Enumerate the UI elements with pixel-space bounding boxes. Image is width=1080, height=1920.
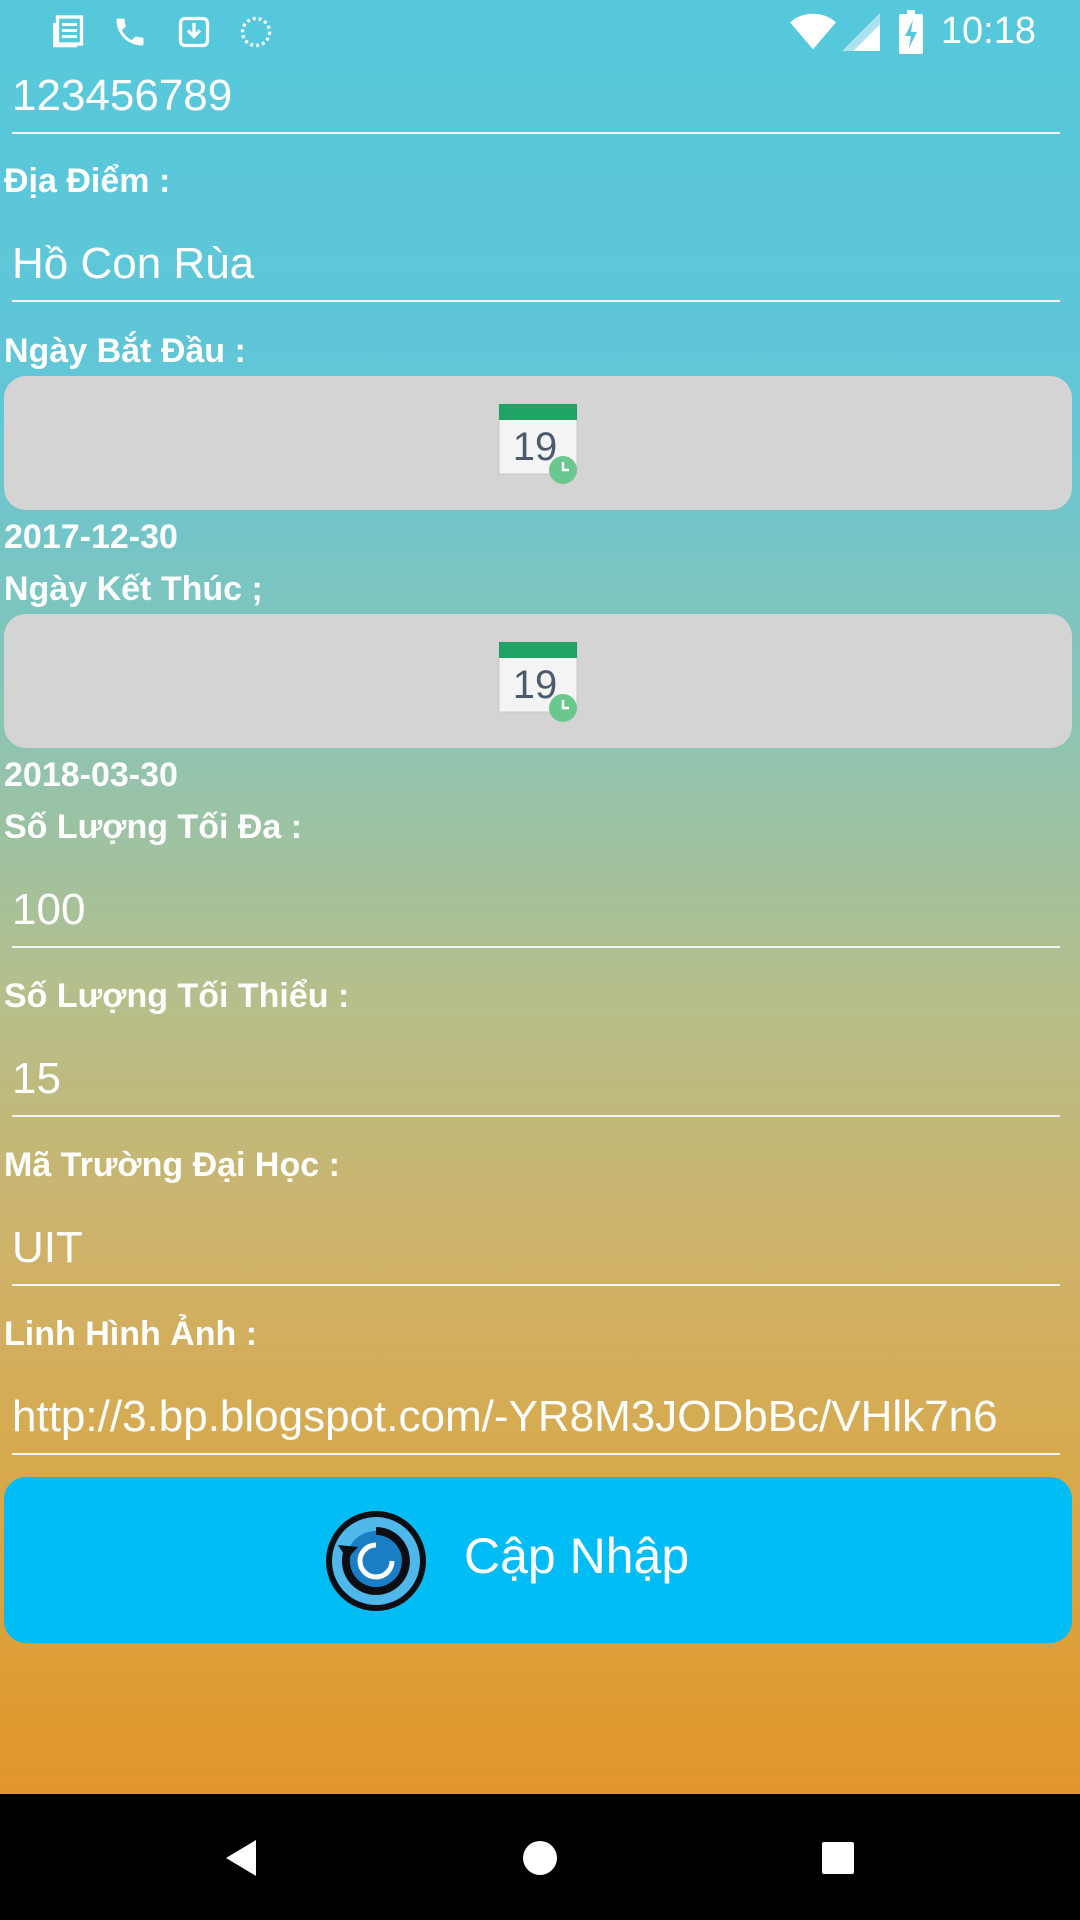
refresh-icon [326, 1511, 426, 1611]
calendar-number: 19 [513, 425, 558, 469]
signal-icon [842, 13, 880, 51]
status-time: 10:18 [940, 10, 1036, 52]
phone-icon [116, 18, 144, 46]
update-button-label: Cập Nhập [464, 1528, 690, 1584]
download-icon [178, 16, 210, 48]
start-date-picker-button[interactable]: 19 [4, 376, 1072, 510]
start-date-label: Ngày Bắt Đầu : [4, 332, 246, 370]
max-quantity-field[interactable]: 100 [12, 872, 1060, 948]
min-quantity-field[interactable]: 15 [12, 1041, 1060, 1117]
max-quantity-label: Số Lượng Tối Đa : [4, 808, 303, 846]
news-icon [53, 15, 84, 48]
status-bar: 10:18 [0, 0, 1080, 63]
calendar-icon: 19 [498, 641, 578, 722]
app-screen: 10:18 123456789 Địa Điểm : Hồ Con Rùa Ng… [0, 0, 1080, 1794]
location-field[interactable]: Hồ Con Rùa [12, 226, 1060, 302]
university-code-label: Mã Trường Đại Học : [4, 1146, 340, 1184]
home-icon[interactable] [510, 1828, 570, 1888]
battery-charging-icon [899, 10, 923, 54]
end-date-value: 2018-03-30 [4, 756, 178, 794]
navigation-bar [0, 1794, 1080, 1920]
update-button[interactable]: Cập Nhập [4, 1477, 1072, 1643]
wifi-icon [790, 13, 836, 50]
back-icon[interactable] [212, 1828, 272, 1888]
phone-field[interactable]: 123456789 [12, 58, 1060, 134]
end-date-label: Ngày Kết Thúc ; [4, 570, 263, 608]
university-code-field[interactable]: UIT [12, 1210, 1060, 1286]
end-date-picker-button[interactable]: 19 [4, 614, 1072, 748]
image-link-label: Linh Hình Ảnh : [4, 1315, 258, 1353]
min-quantity-label: Số Lượng Tối Thiểu : [4, 977, 350, 1015]
sync-icon [240, 16, 272, 48]
calendar-number: 19 [513, 663, 558, 707]
image-link-field[interactable]: http://3.bp.blogspot.com/-YR8M3JODbBc/VH… [12, 1379, 1060, 1455]
recents-icon[interactable] [808, 1828, 868, 1888]
location-label: Địa Điểm : [4, 162, 171, 200]
calendar-icon: 19 [498, 403, 578, 484]
start-date-value: 2017-12-30 [4, 518, 178, 556]
